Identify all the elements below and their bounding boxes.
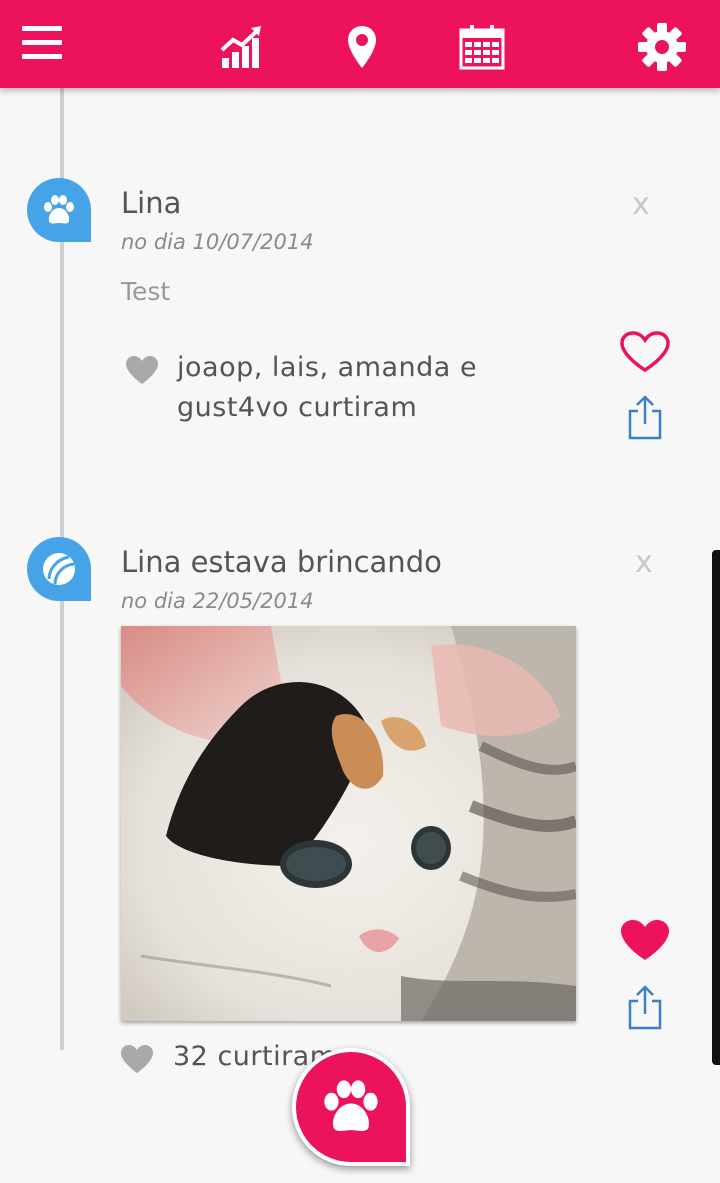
post-text: Test bbox=[121, 277, 171, 306]
location-pin-icon[interactable] bbox=[340, 22, 384, 72]
post-type-bubble bbox=[27, 178, 91, 242]
post-photo[interactable] bbox=[121, 626, 576, 1021]
post-date: no dia 22/05/2014 bbox=[121, 589, 314, 613]
paw-icon bbox=[44, 195, 74, 224]
ball-icon bbox=[43, 553, 75, 585]
heart-icon bbox=[124, 354, 160, 390]
calendar-icon[interactable] bbox=[456, 22, 508, 72]
post-type-bubble bbox=[27, 537, 91, 601]
add-post-button[interactable] bbox=[292, 1048, 410, 1166]
like-button[interactable] bbox=[619, 918, 671, 966]
kitten-photo bbox=[121, 626, 576, 1021]
likes-line: gust4vo curtiram bbox=[177, 392, 418, 423]
heart-outline-icon bbox=[620, 331, 670, 373]
menu-icon[interactable] bbox=[18, 20, 66, 64]
share-icon bbox=[628, 395, 662, 440]
heart-filled-icon bbox=[621, 920, 669, 960]
share-icon bbox=[628, 985, 662, 1030]
close-button[interactable]: x bbox=[635, 548, 653, 578]
heart-icon bbox=[119, 1043, 155, 1079]
post-title: Lina bbox=[121, 186, 182, 220]
top-bar bbox=[0, 0, 720, 88]
like-button[interactable] bbox=[619, 330, 671, 378]
scrollbar[interactable] bbox=[712, 550, 720, 1065]
share-button[interactable] bbox=[626, 394, 664, 444]
likes-line: joaop, lais, amanda e bbox=[177, 352, 478, 383]
post-date: no dia 10/07/2014 bbox=[121, 230, 314, 254]
chart-icon[interactable] bbox=[216, 22, 266, 72]
likes-text: joaop, lais, amanda e gust4vo curtiram bbox=[177, 348, 477, 428]
post-title: Lina estava brincando bbox=[121, 545, 442, 579]
paw-icon bbox=[324, 1080, 378, 1131]
gear-icon[interactable] bbox=[634, 20, 690, 74]
close-button[interactable]: x bbox=[632, 190, 650, 220]
share-button[interactable] bbox=[626, 984, 664, 1034]
